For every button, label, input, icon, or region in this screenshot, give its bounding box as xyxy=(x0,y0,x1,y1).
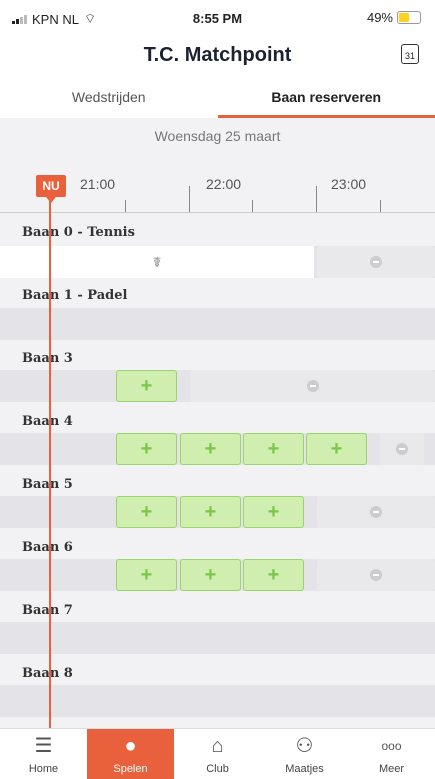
court-name: Baan 5 xyxy=(22,477,73,492)
free-slot-button[interactable]: + xyxy=(116,433,177,465)
unavailable-slot xyxy=(317,559,435,591)
tick xyxy=(252,200,253,212)
unavailable-slot xyxy=(380,433,424,465)
court-list[interactable]: Baan 0 - Tennis ☤ Baan 1 - Padel Baan 3 … xyxy=(0,213,435,728)
court-lane: + + + xyxy=(0,559,435,591)
court-name: Baan 7 xyxy=(22,603,73,618)
nav-spelen[interactable]: ● Spelen xyxy=(87,729,174,779)
court-name: Baan 0 - Tennis xyxy=(22,225,135,240)
free-slot-button[interactable]: + xyxy=(116,496,177,528)
date-label: Woensdag 25 maart xyxy=(0,118,435,156)
nav-home[interactable]: ☰ Home xyxy=(0,729,87,779)
battery: 49% xyxy=(367,10,421,25)
nav-club[interactable]: ⌂ Club xyxy=(174,729,261,779)
free-slot-button[interactable]: + xyxy=(243,496,304,528)
nav-label: Meer xyxy=(348,763,435,775)
court-lane xyxy=(0,685,435,717)
court-name: Baan 3 xyxy=(22,351,73,366)
time-label: 21:00 xyxy=(80,176,115,192)
nav-label: Spelen xyxy=(87,763,174,775)
free-slot-button[interactable]: + xyxy=(243,433,304,465)
battery-percent: 49% xyxy=(367,10,393,25)
booked-slot[interactable]: ☤ xyxy=(0,246,314,278)
tick xyxy=(380,200,381,212)
battery-icon xyxy=(397,11,421,24)
nav-label: Maatjes xyxy=(261,763,348,775)
court-lane: + + + xyxy=(0,496,435,528)
people-icon: ⚇ xyxy=(261,735,348,757)
free-slot-button[interactable]: + xyxy=(180,433,241,465)
blocked-icon xyxy=(396,443,408,455)
blocked-icon xyxy=(370,569,382,581)
blocked-icon xyxy=(307,380,319,392)
now-indicator-line xyxy=(49,198,51,728)
tab-wedstrijden[interactable]: Wedstrijden xyxy=(0,82,218,118)
unavailable-slot xyxy=(317,246,435,278)
tick xyxy=(316,186,317,212)
court-name: Baan 8 xyxy=(22,666,73,681)
court-name: Baan 1 - Padel xyxy=(22,288,127,303)
free-slot-button[interactable]: + xyxy=(116,559,177,591)
free-slot-button[interactable]: + xyxy=(243,559,304,591)
court-name: Baan 4 xyxy=(22,414,73,429)
tab-baan-reserveren[interactable]: Baan reserveren xyxy=(218,82,435,118)
free-slot-button[interactable]: + xyxy=(306,433,367,465)
page-title: T.C. Matchpoint xyxy=(0,44,435,67)
nav-meer[interactable]: ooo Meer xyxy=(348,729,435,779)
court-lane: ☤ xyxy=(0,246,435,278)
tennis-ball-icon: ● xyxy=(87,735,174,757)
tick xyxy=(189,186,190,212)
free-slot-button[interactable]: + xyxy=(180,496,241,528)
time-label: 22:00 xyxy=(206,176,241,192)
tab-bar: Wedstrijden Baan reserveren xyxy=(0,82,435,118)
blocked-icon xyxy=(370,506,382,518)
nav-label: Club xyxy=(174,763,261,775)
court-lane: + + + + xyxy=(0,433,435,465)
nav-label: Home xyxy=(0,763,87,775)
court-lane: + xyxy=(0,370,435,402)
bottom-nav: ☰ Home ● Spelen ⌂ Club ⚇ Maatjes ooo Mee… xyxy=(0,728,435,779)
now-badge: NU xyxy=(36,175,66,197)
time-label: 23:00 xyxy=(331,176,366,192)
status-bar: KPN NL ⌔ 8:55 PM 49% xyxy=(0,0,435,34)
blocked-icon xyxy=(370,256,382,268)
unavailable-slot xyxy=(317,496,435,528)
unavailable-slot xyxy=(190,370,435,402)
nav-maatjes[interactable]: ⚇ Maatjes xyxy=(261,729,348,779)
clubhouse-icon: ⌂ xyxy=(174,735,261,757)
free-slot-button[interactable]: + xyxy=(116,370,177,402)
tick xyxy=(125,200,126,212)
calendar-icon[interactable]: 31 xyxy=(401,44,419,64)
more-icon: ooo xyxy=(348,735,435,757)
court-lane xyxy=(0,622,435,654)
court-lane xyxy=(0,308,435,340)
app-header: T.C. Matchpoint 31 xyxy=(0,34,435,82)
free-slot-button[interactable]: + xyxy=(180,559,241,591)
court-name: Baan 6 xyxy=(22,540,73,555)
trophy-icon: ☤ xyxy=(152,254,161,271)
menu-icon: ☰ xyxy=(0,735,87,757)
